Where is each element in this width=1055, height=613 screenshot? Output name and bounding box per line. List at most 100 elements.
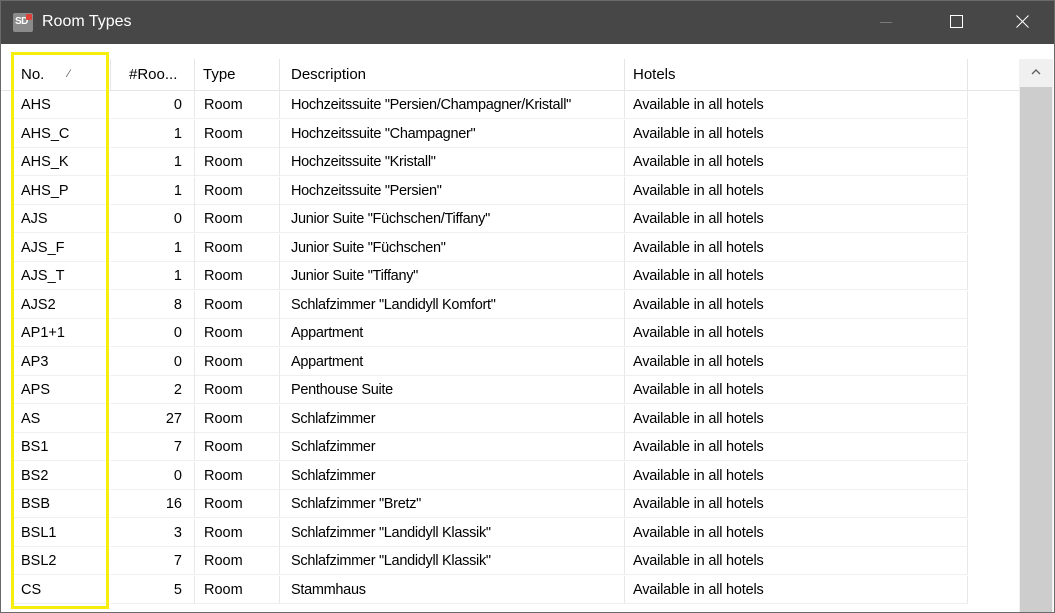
cell-no: BS1	[11, 433, 110, 461]
cell-rooms: 1	[111, 148, 195, 176]
table-row[interactable]: AHS_P 1 Room Hochzeitssuite "Persien" Availa…	[1, 176, 1019, 206]
cell-type: Room	[195, 148, 280, 176]
cell-hotels: Available in all hotels	[625, 148, 968, 176]
cell-rooms: 0	[111, 91, 195, 119]
column-header-filler	[968, 59, 1019, 90]
table-row[interactable]: AHS_K 1 Room Hochzeitssuite "Kristall" Avail…	[1, 148, 1019, 177]
cell-type: Room	[195, 490, 280, 518]
table-row[interactable]: BSL2 7 Room Schlafzimmer "Landidyll Klassik…	[1, 547, 1019, 576]
cell-rooms: 0	[111, 205, 195, 233]
cell-type: Room	[195, 319, 280, 347]
cell-no: AJS	[11, 205, 110, 233]
cell-rooms: 1	[111, 262, 195, 290]
column-header-no[interactable]: No. ∕	[11, 59, 111, 90]
cell-description: Schlafzimmer "Landidyll Klassik"	[280, 518, 625, 547]
cell-type: Room	[195, 290, 280, 319]
table-row[interactable]: BSL1 3 Room Schlafzimmer "Landidyll Klassik…	[1, 518, 1019, 548]
column-header-type[interactable]: Type	[195, 59, 280, 90]
cell-no: AHS_P	[11, 177, 110, 205]
table-row[interactable]: AJS 0 Room Junior Suite "Füchschen/Tiffany"…	[1, 205, 1019, 234]
table-row[interactable]: AJS_F 1 Room Junior Suite "Füchschen" Availa…	[1, 233, 1019, 263]
cell-rooms: 27	[111, 404, 195, 433]
cell-no: APS	[11, 376, 110, 404]
cell-description: Junior Suite "Tiffany"	[280, 262, 625, 290]
table-row[interactable]: BS2 0 Room Schlafzimmer Available in all hot…	[1, 461, 1019, 491]
grid-header: No. ∕ #Roo... Type Description Hotels	[1, 59, 1019, 91]
cell-no: AP3	[11, 348, 110, 376]
table-row[interactable]: AHS 0 Room Hochzeitssuite "Persien/Champagn…	[1, 91, 1019, 120]
cell-hotels: Available in all hotels	[625, 490, 968, 518]
table-row[interactable]: CS 5 Room Stammhaus Available in all hotels	[1, 575, 1019, 605]
cell-no: BS2	[11, 462, 110, 490]
column-header-no-label: No.	[21, 66, 45, 83]
cell-type: Room	[195, 205, 280, 233]
cell-rooms: 1	[111, 176, 195, 205]
table-row[interactable]: AJS_T 1 Room Junior Suite "Tiffany" Availabl…	[1, 262, 1019, 291]
cell-rooms: 0	[111, 347, 195, 376]
cell-hotels: Available in all hotels	[625, 176, 968, 205]
cell-hotels: Available in all hotels	[625, 575, 968, 604]
room-types-grid: No. ∕ #Roo... Type Description Hotels AH…	[1, 44, 1054, 612]
maximize-button[interactable]	[934, 1, 980, 44]
cell-rooms: 2	[111, 376, 195, 404]
table-row[interactable]: AHS_C 1 Room Hochzeitssuite "Champagner" Ava…	[1, 119, 1019, 149]
cell-type: Room	[195, 347, 280, 376]
grid-body: AHS 0 Room Hochzeitssuite "Persien/Champagn…	[1, 91, 1019, 604]
vertical-scrollbar[interactable]	[1019, 59, 1053, 612]
scroll-thumb[interactable]	[1020, 87, 1052, 612]
minimize-button[interactable]	[864, 1, 910, 44]
cell-description: Schlafzimmer "Landidyll Klassik"	[280, 547, 625, 575]
cell-description: Penthouse Suite	[280, 376, 625, 404]
cell-hotels: Available in all hotels	[625, 119, 968, 148]
cell-rooms: 7	[111, 433, 195, 461]
cell-hotels: Available in all hotels	[625, 319, 968, 347]
app-logo-icon: SD	[13, 13, 33, 32]
cell-hotels: Available in all hotels	[625, 376, 968, 404]
cell-no: AHS	[11, 91, 110, 119]
cell-no: AJS_F	[11, 234, 110, 262]
close-button[interactable]	[1000, 1, 1046, 44]
cell-rooms: 1	[111, 119, 195, 148]
cell-no: AJS2	[11, 291, 110, 319]
cell-type: Room	[195, 262, 280, 290]
table-row[interactable]: AJS2 8 Room Schlafzimmer "Landidyll Komfort…	[1, 290, 1019, 320]
cell-no: AJS_T	[11, 262, 110, 290]
column-header-hotels[interactable]: Hotels	[625, 59, 968, 90]
cell-type: Room	[195, 433, 280, 461]
title-bar[interactable]: SD Room Types	[1, 1, 1054, 44]
cell-description: Junior Suite "Füchschen/Tiffany"	[280, 205, 625, 233]
cell-rooms: 16	[111, 490, 195, 518]
cell-type: Room	[195, 91, 280, 119]
column-header-rooms[interactable]: #Roo...	[111, 59, 195, 90]
table-row[interactable]: AP1+1 0 Room Appartment Available in all hot…	[1, 319, 1019, 348]
cell-description: Hochzeitssuite "Champagner"	[280, 119, 625, 148]
window-title: Room Types	[42, 13, 132, 30]
table-row[interactable]: APS 2 Room Penthouse Suite Available in all …	[1, 376, 1019, 405]
table-row[interactable]: BS1 7 Room Schlafzimmer Available in all hot…	[1, 433, 1019, 462]
cell-description: Schlafzimmer	[280, 404, 625, 433]
chevron-up-icon	[1031, 69, 1041, 75]
cell-type: Room	[195, 233, 280, 262]
scroll-up-button[interactable]	[1019, 59, 1053, 87]
cell-description: Schlafzimmer "Landidyll Komfort"	[280, 290, 625, 319]
cell-type: Room	[195, 575, 280, 604]
cell-description: Schlafzimmer	[280, 433, 625, 461]
cell-hotels: Available in all hotels	[625, 262, 968, 290]
room-types-window: SD Room Types No. ∕ #Roo... Type Descrip…	[0, 0, 1055, 613]
cell-type: Room	[195, 461, 280, 490]
table-row[interactable]: BSB 16 Room Schlafzimmer "Bretz" Available i…	[1, 490, 1019, 519]
cell-hotels: Available in all hotels	[625, 404, 968, 433]
cell-rooms: 3	[111, 518, 195, 547]
cell-no: AHS_K	[11, 148, 110, 176]
cell-rooms: 0	[111, 319, 195, 347]
cell-description: Stammhaus	[280, 575, 625, 604]
column-header-description[interactable]: Description	[280, 59, 625, 90]
table-row[interactable]: AP3 0 Room Appartment Available in all hotel…	[1, 347, 1019, 377]
cell-rooms: 7	[111, 547, 195, 575]
cell-rooms: 0	[111, 461, 195, 490]
table-row[interactable]: AS 27 Room Schlafzimmer Available in all hot…	[1, 404, 1019, 434]
app-logo-badge	[26, 14, 32, 20]
cell-hotels: Available in all hotels	[625, 518, 968, 547]
cell-hotels: Available in all hotels	[625, 433, 968, 461]
cell-type: Room	[195, 547, 280, 575]
